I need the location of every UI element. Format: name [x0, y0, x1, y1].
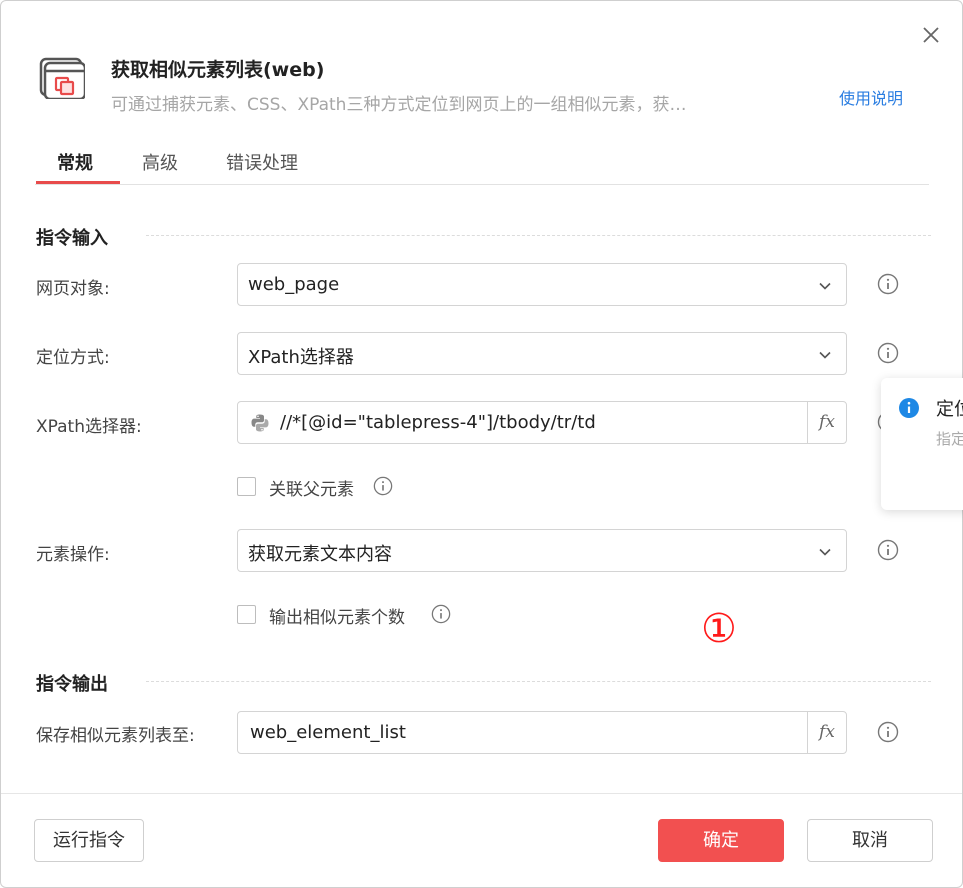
dialog-subtitle: 可通过捕获元素、CSS、XPath三种方式定位到网页上的一组相似元素，获…	[111, 95, 687, 115]
info-icon[interactable]	[877, 273, 899, 295]
web-page-value: web_page	[248, 274, 340, 295]
save-list-input[interactable]: web_element_list fx	[237, 711, 847, 754]
save-list-label: 保存相似元素列表至:	[36, 726, 195, 746]
chevron-down-icon	[818, 544, 832, 558]
section-divider	[146, 235, 931, 236]
chevron-down-icon	[818, 347, 832, 361]
locate-method-select[interactable]: XPath选择器	[237, 332, 847, 375]
python-icon	[250, 413, 270, 433]
similar-elements-icon	[39, 57, 87, 101]
tab-general[interactable]: 常规	[57, 149, 93, 175]
xpath-selector-label: XPath选择器:	[36, 417, 142, 437]
info-icon[interactable]	[431, 604, 451, 624]
web-page-label: 网页对象:	[36, 279, 110, 299]
xpath-selector-value: //*[@id="tablepress-4"]/tbody/tr/td	[280, 412, 596, 433]
output-count-checkbox[interactable]	[237, 605, 256, 624]
locate-method-value: XPath选择器	[248, 347, 354, 368]
footer-divider	[1, 793, 962, 794]
info-icon[interactable]	[877, 721, 899, 743]
element-operation-value: 获取元素文本内容	[248, 544, 392, 565]
output-section-title: 指令输出	[36, 674, 108, 695]
tabs-divider	[35, 184, 929, 185]
tooltip-title: 定位	[936, 399, 963, 420]
info-tooltip: 定位 指定	[881, 378, 963, 510]
info-icon[interactable]	[373, 476, 393, 496]
run-command-button[interactable]: 运行指令	[34, 819, 144, 862]
dialog: 获取相似元素列表(web) 可通过捕获元素、CSS、XPath三种方式定位到网页…	[0, 0, 963, 888]
info-icon[interactable]	[877, 342, 899, 364]
locate-method-label: 定位方式:	[36, 348, 110, 368]
dialog-title: 获取相似元素列表(web)	[111, 59, 325, 81]
step-annotation: ①	[701, 606, 737, 652]
related-parent-label: 关联父元素	[269, 480, 354, 500]
fx-button[interactable]: fx	[807, 402, 846, 443]
fx-button[interactable]: fx	[807, 712, 846, 753]
related-parent-row: 关联父元素	[237, 476, 407, 500]
confirm-button[interactable]: 确定	[658, 819, 784, 862]
tab-advanced[interactable]: 高级	[142, 149, 178, 175]
chevron-down-icon	[818, 278, 832, 292]
web-page-select[interactable]: web_page	[237, 263, 847, 306]
info-filled-icon	[898, 397, 920, 419]
info-icon[interactable]	[877, 539, 899, 561]
related-parent-checkbox[interactable]	[237, 477, 256, 496]
section-divider	[146, 681, 931, 682]
help-link[interactable]: 使用说明	[839, 85, 903, 109]
tooltip-description: 指定	[936, 430, 963, 448]
element-operation-label: 元素操作:	[36, 545, 110, 565]
output-count-label: 输出相似元素个数	[269, 608, 405, 628]
close-icon[interactable]	[919, 23, 943, 47]
output-count-row: 输出相似元素个数	[237, 604, 457, 628]
input-section-title: 指令输入	[36, 228, 108, 249]
cancel-button[interactable]: 取消	[807, 819, 933, 862]
tab-error-handling[interactable]: 错误处理	[226, 149, 298, 175]
save-list-value: web_element_list	[250, 722, 406, 743]
element-operation-select[interactable]: 获取元素文本内容	[237, 529, 847, 572]
xpath-selector-input[interactable]: //*[@id="tablepress-4"]/tbody/tr/td fx	[237, 401, 847, 444]
